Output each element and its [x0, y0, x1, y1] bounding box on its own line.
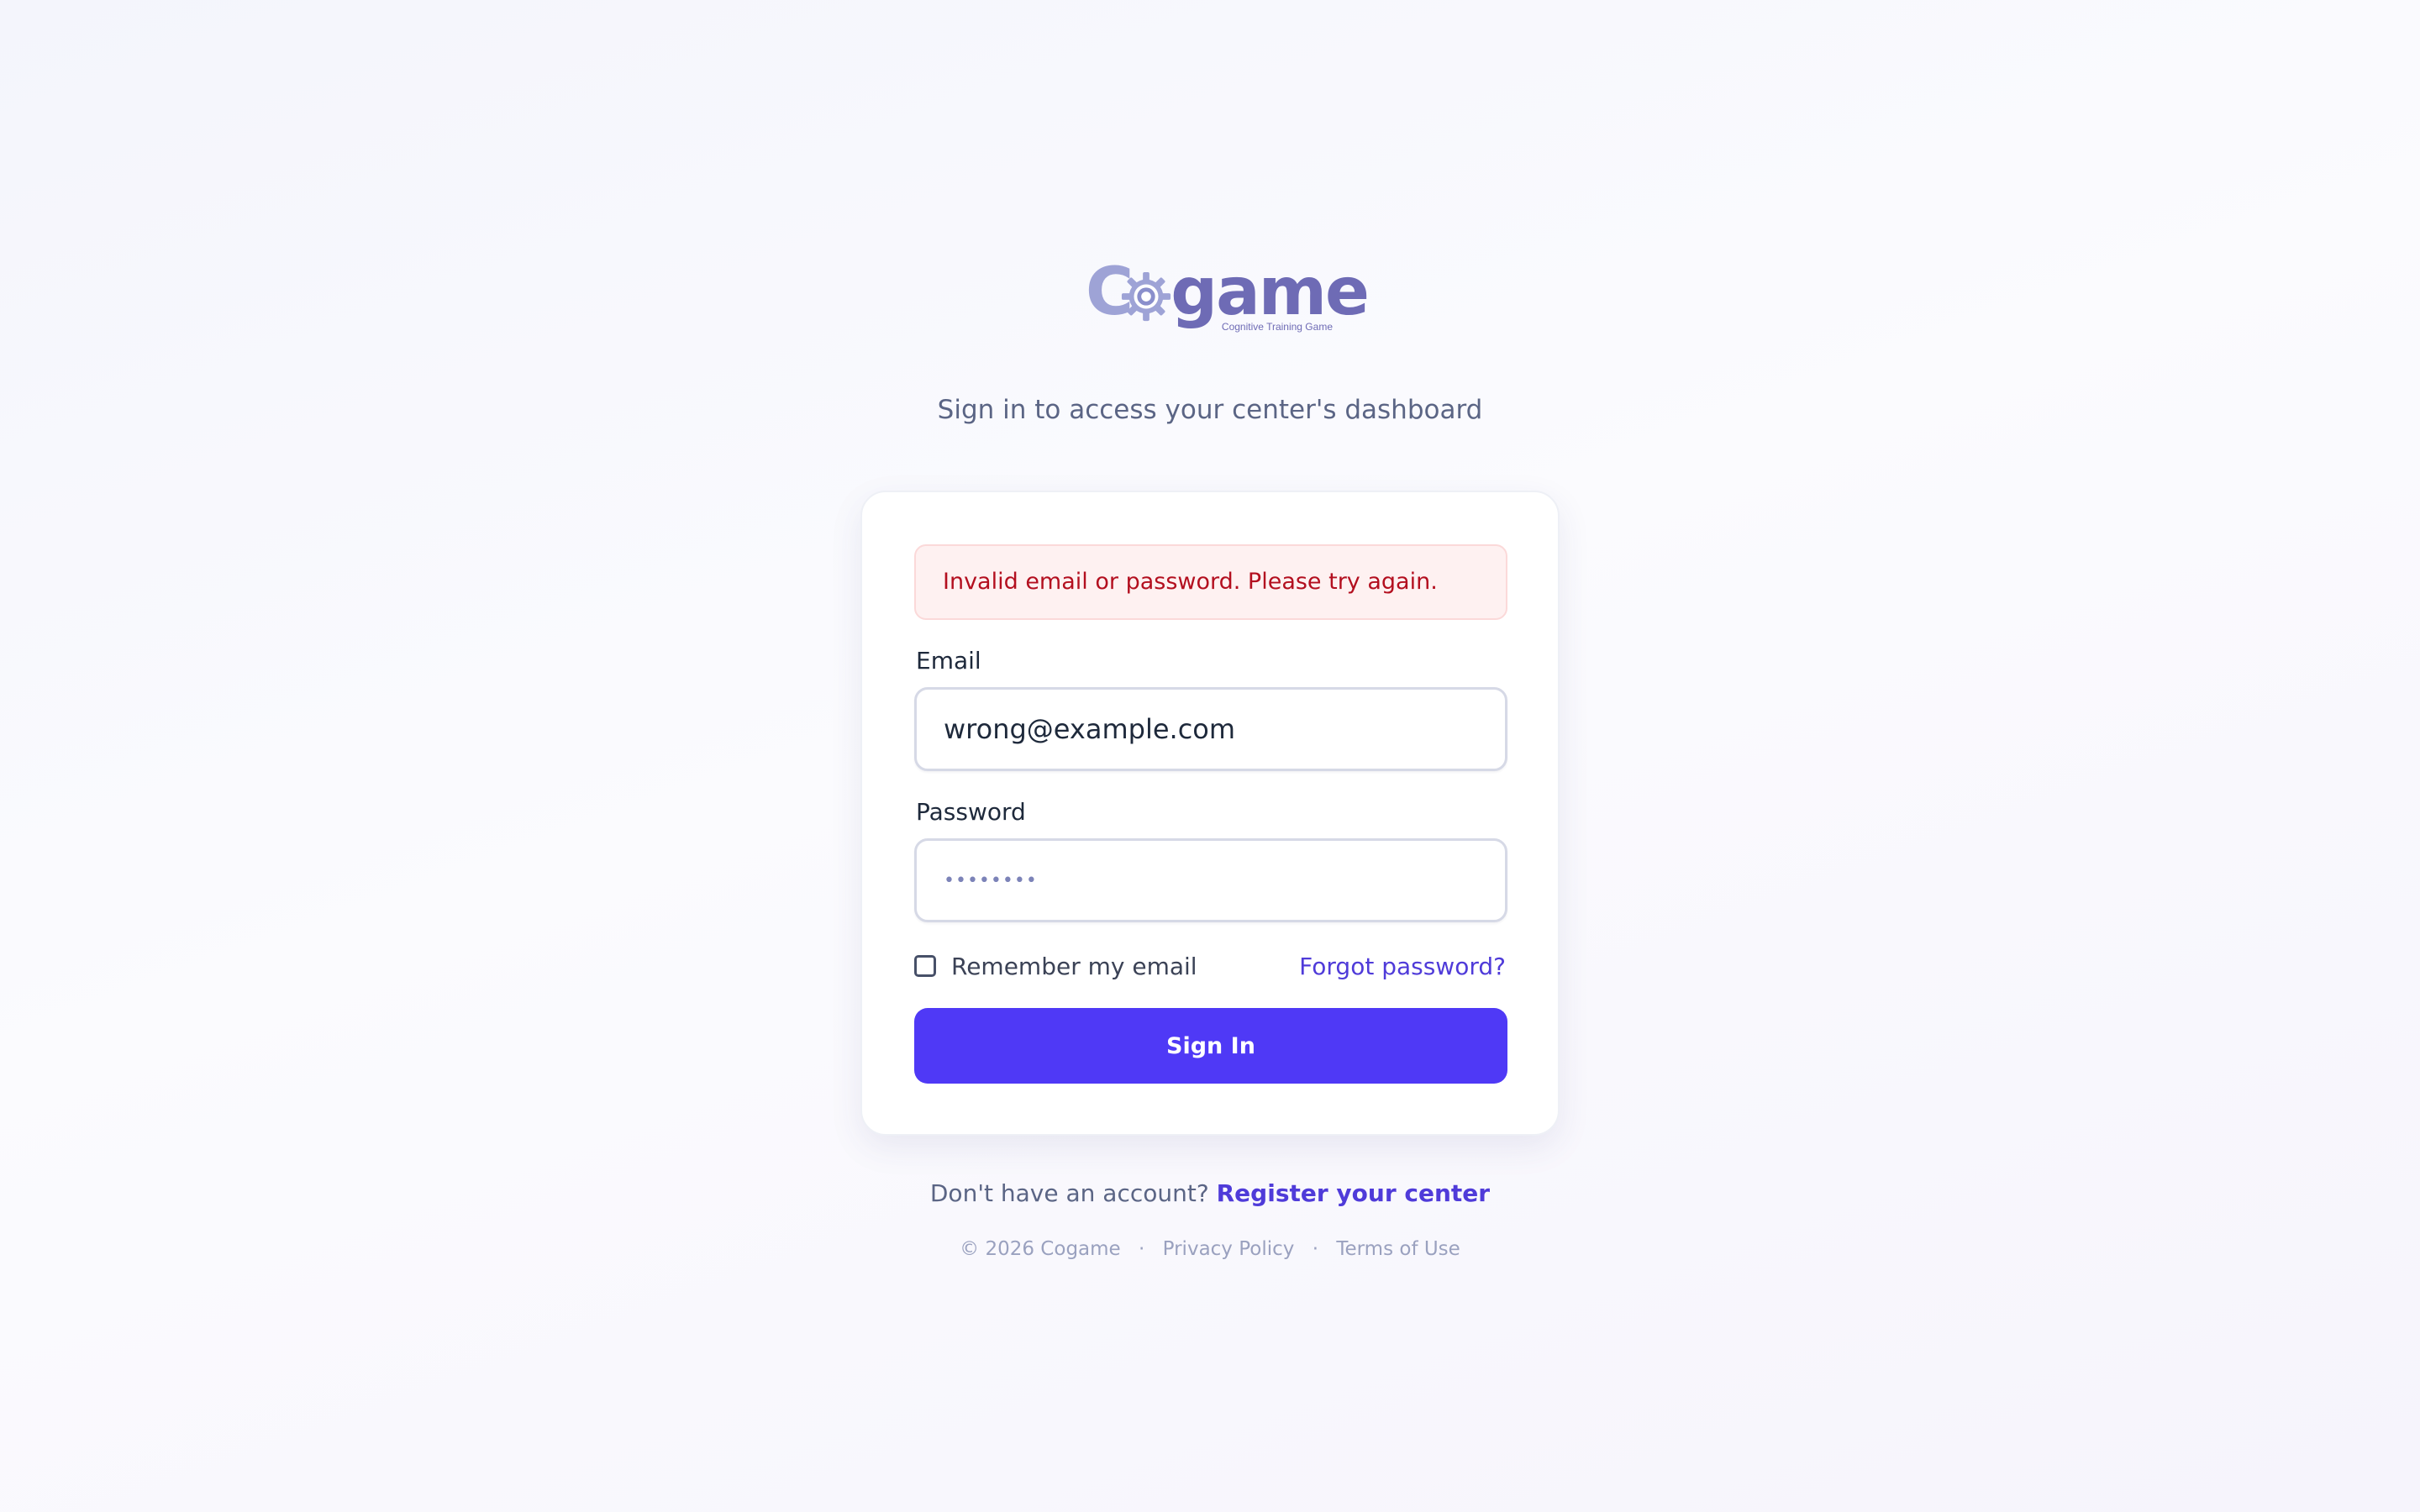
privacy-policy-link[interactable]: Privacy Policy — [1163, 1238, 1295, 1260]
gear-icon — [1122, 271, 1171, 322]
remember-email-label: Remember my email — [951, 952, 1197, 980]
logo-tagline: Cognitive Training Game — [1221, 321, 1333, 333]
password-label: Password — [916, 798, 1026, 826]
forgot-password-link[interactable]: Forgot password? — [1299, 953, 1506, 980]
login-card: Invalid email or password. Please try ag… — [860, 491, 1560, 1136]
copyright-text: © 2026 Cogame — [960, 1238, 1121, 1260]
remember-email-option[interactable]: Remember my email — [914, 951, 1197, 981]
sign-in-button[interactable]: Sign In — [914, 1008, 1507, 1084]
footer-separator: · — [1312, 1238, 1319, 1260]
page-subtitle: Sign in to access your center's dashboar… — [937, 395, 1483, 425]
cogame-logo: C game Cognitive Training Game — [1086, 257, 1370, 341]
error-alert: Invalid email or password. Please try ag… — [914, 544, 1507, 620]
register-prompt: Don't have an account? Register your cen… — [0, 1179, 2420, 1207]
password-field[interactable] — [914, 838, 1507, 922]
register-prompt-text: Don't have an account? — [929, 1179, 1209, 1207]
footer-separator: · — [1139, 1238, 1145, 1260]
email-field[interactable] — [914, 687, 1507, 771]
email-label: Email — [916, 647, 981, 675]
logo-word-game: game — [1171, 255, 1370, 330]
register-center-link[interactable]: Register your center — [1217, 1179, 1490, 1207]
terms-of-use-link[interactable]: Terms of Use — [1336, 1238, 1460, 1260]
remember-email-checkbox[interactable] — [914, 955, 936, 977]
footer: © 2026 Cogame · Privacy Policy · Terms o… — [0, 1238, 2420, 1260]
